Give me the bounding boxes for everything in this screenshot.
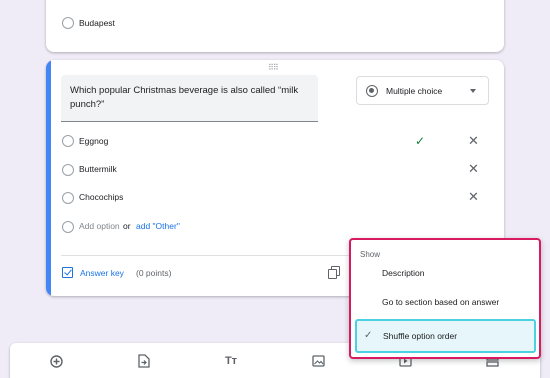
question-title-text: Which popular Christmas beverage is also… xyxy=(70,85,299,110)
option-radio[interactable] xyxy=(62,135,74,147)
question-type-select[interactable]: Multiple choice xyxy=(356,76,489,105)
chevron-down-icon xyxy=(470,89,476,93)
answer-key-checkbox-icon xyxy=(62,267,73,278)
option-radio[interactable] xyxy=(62,17,74,29)
question-title-input[interactable]: Which popular Christmas beverage is also… xyxy=(61,75,318,122)
radio-button-icon xyxy=(366,85,378,97)
add-image-icon[interactable] xyxy=(311,354,325,368)
option-radio[interactable] xyxy=(62,192,74,204)
answer-key-label: Answer key xyxy=(80,268,124,278)
check-icon: ✓ xyxy=(415,134,426,148)
option-label[interactable]: Eggnog xyxy=(79,135,108,147)
drag-handle-icon[interactable]: ⠿⠿ xyxy=(268,64,280,72)
menu-item-label: Description xyxy=(382,268,425,278)
copy-icon[interactable] xyxy=(328,266,340,279)
or-label: or xyxy=(123,221,131,231)
option-label[interactable]: Buttermilk xyxy=(79,163,117,175)
import-questions-icon[interactable] xyxy=(137,354,151,368)
close-icon[interactable]: ✕ xyxy=(468,190,479,203)
previous-question-card: Budapest xyxy=(46,0,504,52)
question-type-label: Multiple choice xyxy=(386,86,443,96)
menu-item-shuffle-option-order[interactable]: ✓ Shuffle option order xyxy=(355,319,536,353)
add-other-link[interactable]: add "Other" xyxy=(136,220,180,232)
check-icon: ✓ xyxy=(364,330,373,341)
close-icon[interactable]: ✕ xyxy=(468,162,479,175)
menu-item-label: Go to section based on answer xyxy=(382,297,500,307)
close-icon[interactable]: ✕ xyxy=(468,134,479,147)
add-title-icon[interactable]: Tт xyxy=(224,354,238,368)
option-radio xyxy=(62,221,74,233)
menu-item-label: Shuffle option order xyxy=(383,331,458,341)
add-option-button[interactable]: Add option xyxy=(79,220,120,232)
more-options-menu: Show Description Go to section based on … xyxy=(349,238,541,359)
option-radio[interactable] xyxy=(62,164,74,176)
menu-item-description[interactable]: Description xyxy=(351,260,539,286)
active-indicator xyxy=(46,60,51,296)
add-question-icon[interactable] xyxy=(49,354,63,368)
option-label[interactable]: Chocochips xyxy=(79,191,123,203)
menu-item-go-to-section[interactable]: Go to section based on answer xyxy=(351,289,539,315)
points-label: (0 points) xyxy=(136,268,172,278)
option-label: Budapest xyxy=(79,18,115,28)
